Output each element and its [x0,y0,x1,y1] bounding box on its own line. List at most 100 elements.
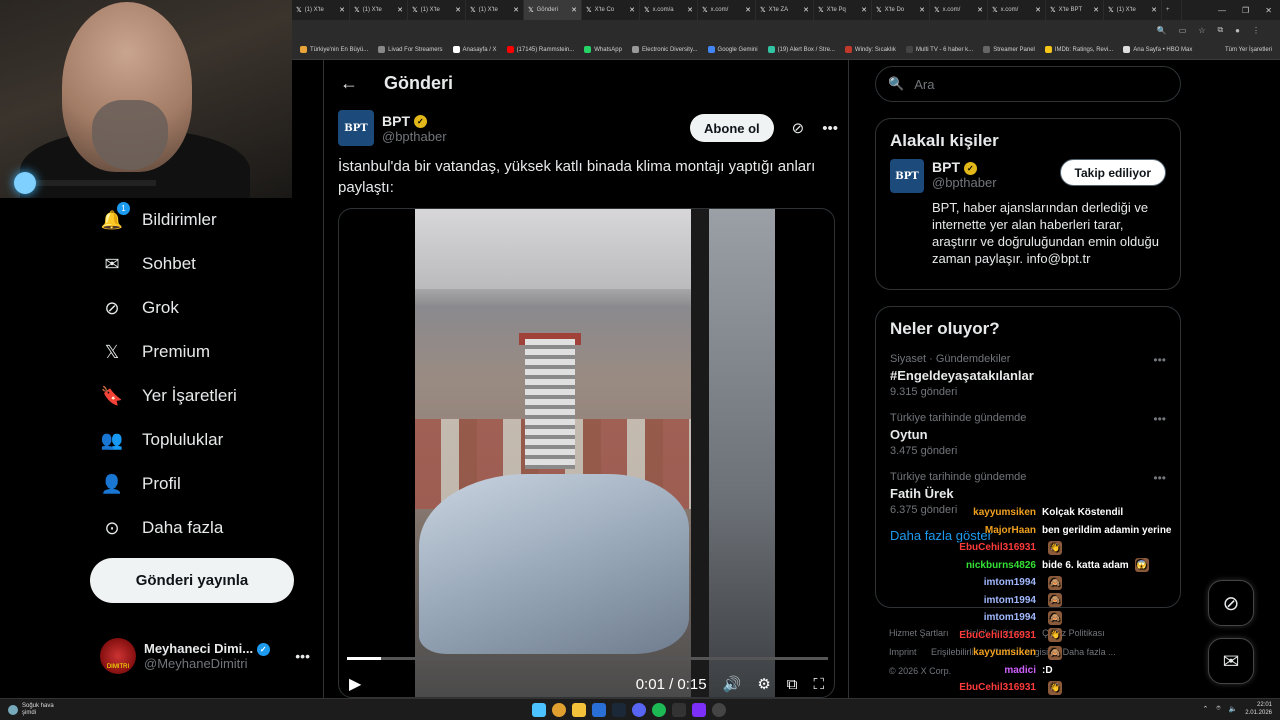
maximize-icon[interactable]: ❐ [1242,6,1249,15]
trend-item[interactable]: Siyaset · Gündemdekiler #Engeldeyaşatakı… [876,347,1180,406]
search-input[interactable]: 🔍 Ara [875,66,1181,102]
close-icon[interactable]: ✕ [745,6,751,14]
chevron-up-icon[interactable]: ⌃ [1203,705,1209,713]
bookmark-item[interactable]: Streamer Panel [983,46,1035,53]
nav-more[interactable]: ⊙ Daha fazla [100,516,223,540]
close-icon[interactable]: ✕ [1151,6,1157,14]
post-button[interactable]: Gönderi yayınla [90,558,294,603]
bookmark-item[interactable]: Multi TV - 6 haber k... [905,46,973,53]
back-arrow-icon[interactable]: ← [340,73,358,94]
browser-tab[interactable]: 𝕏 (1) X'te ✕ [466,0,524,20]
bookmark-item[interactable]: Anasayfa / X [452,46,497,53]
nav-premium[interactable]: 𝕏 Premium [100,340,210,364]
close-icon[interactable]: ✕ [919,6,925,14]
menu-icon[interactable]: ⋮ [1252,26,1260,35]
pip-icon[interactable]: ⧉ [787,676,798,693]
close-icon[interactable]: ✕ [687,6,693,14]
browser-tab[interactable]: 𝕏 X'te Co ✕ [582,0,640,20]
app-icon[interactable] [592,703,606,717]
bookmark-item[interactable]: (17145) Rammstein... [506,46,574,53]
grok-icon[interactable]: ⊘ [792,119,805,137]
video-player[interactable]: ▶ 0:01 / 0:15 🔊 ⚙ ⧉ ⛶ [338,208,835,698]
browser-tab[interactable]: 𝕏 (1) X'te ✕ [408,0,466,20]
close-icon[interactable]: ✕ [977,6,983,14]
all-bookmarks[interactable]: Tüm Yer İşaretleri [1225,47,1280,53]
more-dots-icon[interactable]: ••• [1153,412,1166,426]
browser-tab[interactable]: 𝕏 X'te BPT ✕ [1046,0,1104,20]
bookmark-item[interactable]: (19) Alert Box / Stre... [767,46,835,53]
play-icon[interactable]: ▶ [349,674,361,694]
account-switcher[interactable]: DIMITRI Meyhaneci Dimi... ✓ @MeyhaneDimi… [100,636,310,676]
related-person[interactable]: BPT BPT ✓ @bpthaber Takip ediliyor [876,159,1180,193]
close-icon[interactable]: ✕ [339,6,345,14]
nav-grok[interactable]: ⊘ Grok [100,296,178,320]
author-avatar[interactable]: BPT [338,110,374,146]
messages-fab[interactable]: ✉ [1208,638,1254,684]
bookmark-item[interactable]: IMDb: Ratings, Revi... [1044,46,1113,53]
trend-item[interactable]: Türkiye tarihinde gündemde Oytun 3.475 g… [876,406,1180,465]
app-icon[interactable] [692,703,706,717]
browser-tab[interactable]: 𝕏 (1) X'te ✕ [292,0,350,20]
nav-chat[interactable]: ✉ Sohbet [100,252,195,276]
clock[interactable]: 22:01 2.01.2026 [1245,701,1272,717]
more-dots-icon[interactable]: ••• [1153,471,1166,485]
nav-bookmarks[interactable]: 🔖 Yer İşaretleri [100,384,237,408]
footer-link[interactable]: Hizmet Şartları [889,628,949,638]
bookmark-item[interactable]: Türkiye'nin En Büyü... [300,46,368,53]
more-dots-icon[interactable]: ••• [822,120,838,137]
search-icon[interactable]: 🔍 [1157,26,1167,35]
close-icon[interactable]: ✕ [571,6,577,14]
close-icon[interactable]: ✕ [455,6,461,14]
browser-tab[interactable]: 𝕏 X'te Pq ✕ [814,0,872,20]
obs-icon[interactable] [712,703,726,717]
bookmark-item[interactable]: Windy: Sıcaklık [844,46,896,53]
following-button[interactable]: Takip ediliyor [1059,159,1166,186]
subscribe-button[interactable]: Abone ol [690,114,774,142]
browser-tab[interactable]: 𝕏 (1) X'te ✕ [350,0,408,20]
profile-icon[interactable]: ● [1235,26,1240,35]
minimize-icon[interactable]: — [1218,6,1226,15]
spotify-icon[interactable] [652,703,666,717]
browser-tab[interactable]: 𝕏x.com/ ✕ [988,0,1046,20]
browser-tab[interactable]: 𝕏 X'te ZA ✕ [756,0,814,20]
browser-tab[interactable]: 𝕏 Gönderi ✕ [524,0,582,20]
more-dots-icon[interactable]: ••• [1153,353,1166,367]
close-icon[interactable]: ✕ [629,6,635,14]
browser-tab[interactable]: 𝕏x.com/ ✕ [698,0,756,20]
bookmark-item[interactable]: Livad For Streamers [378,46,443,53]
close-icon[interactable]: ✕ [1035,6,1041,14]
browser-tab[interactable]: 𝕏x.com/ ✕ [930,0,988,20]
bookmark-item[interactable]: Electronic Diversity... [631,46,698,53]
footer-link[interactable]: Imprint [889,647,917,657]
browser-tab[interactable]: 𝕏 (1) X'te ✕ [1104,0,1162,20]
star-icon[interactable]: ☆ [1198,26,1205,35]
browser-tab[interactable]: 𝕏x.com/a ✕ [640,0,698,20]
start-icon[interactable] [532,703,546,717]
nav-profile[interactable]: 👤 Profil [100,472,181,496]
close-icon[interactable]: ✕ [1093,6,1099,14]
discord-icon[interactable] [632,703,646,717]
steam-icon[interactable] [612,703,626,717]
volume-icon[interactable]: 🔈 [1229,705,1238,713]
settings-gear-icon[interactable]: ⚙ [757,675,770,693]
close-icon[interactable]: ✕ [513,6,519,14]
nav-notifications[interactable]: 🔔 1 Bildirimler [100,202,217,232]
fullscreen-icon[interactable]: ⛶ [813,676,824,693]
close-icon[interactable]: ✕ [861,6,867,14]
folder-icon[interactable] [572,703,586,717]
app-icon[interactable] [672,703,686,717]
author-handle[interactable]: @bpthaber [382,129,447,144]
bookmark-item[interactable]: Ana Sayfa • HBO Max [1123,46,1192,53]
volume-icon[interactable]: 🔊 [723,675,742,693]
network-icon[interactable]: ⌾ [1216,705,1220,713]
close-icon[interactable]: ✕ [397,6,403,14]
extensions-icon[interactable]: ⧉ [1217,25,1223,35]
video-progress-bar[interactable] [347,657,828,660]
browser-tab[interactable]: 𝕏 X'te Do ✕ [872,0,930,20]
bookmark-item[interactable]: WhatsApp [584,46,622,53]
close-icon[interactable]: ✕ [803,6,809,14]
grok-fab[interactable]: ⊘ [1208,580,1254,626]
chrome-icon[interactable] [552,703,566,717]
nav-communities[interactable]: 👥 Topluluklar [100,428,223,452]
more-dots-icon[interactable]: ••• [295,648,310,664]
